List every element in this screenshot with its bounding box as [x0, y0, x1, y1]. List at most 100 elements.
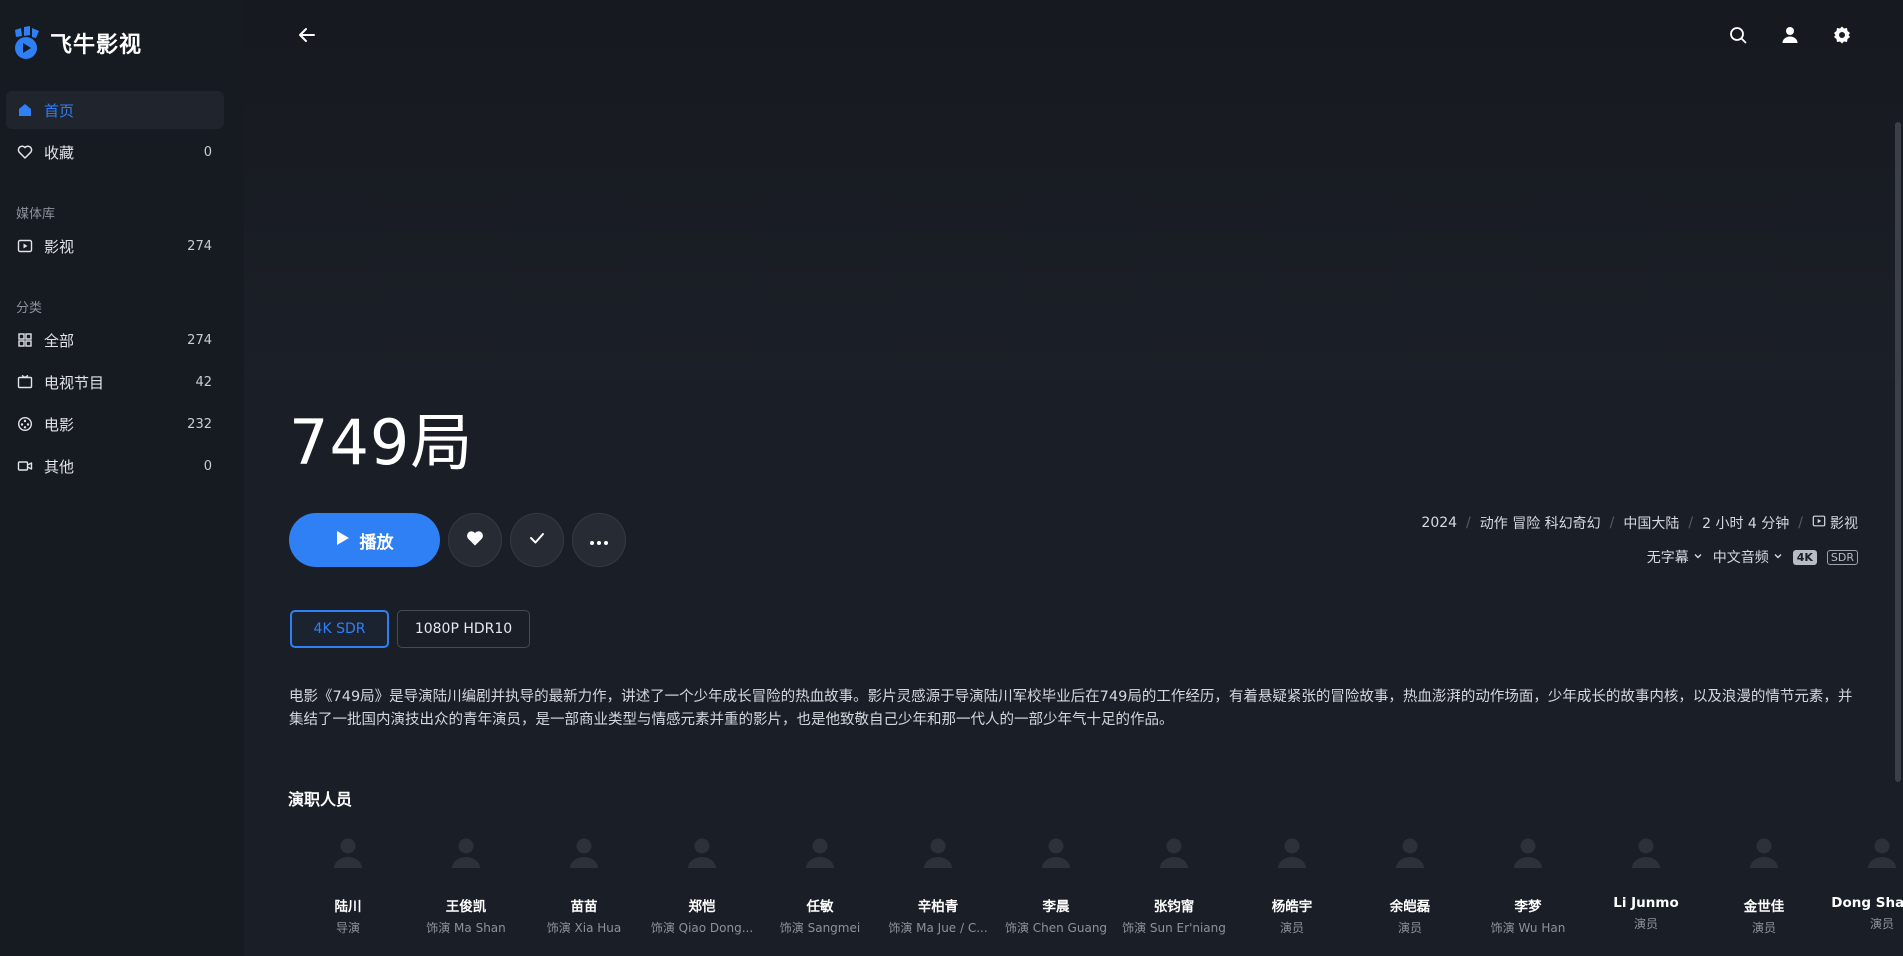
- tv-icon: [16, 373, 34, 391]
- cast-member[interactable]: 陆川 导演: [289, 830, 407, 936]
- avatar-placeholder-icon: [1036, 830, 1076, 874]
- play-icon: [336, 530, 350, 551]
- cast-member[interactable]: 王俊凯 饰演 Ma Shan: [407, 830, 525, 936]
- meta-library-link[interactable]: 影视: [1812, 513, 1858, 533]
- meta-separator: /: [1466, 515, 1471, 531]
- meta-library: 影视: [1830, 516, 1858, 532]
- cast-member-name: 杨皓宇: [1271, 899, 1313, 915]
- cast-member-role: 演员: [1869, 917, 1894, 931]
- play-button[interactable]: 播放: [289, 513, 440, 567]
- cast-member-name: 金世佳: [1743, 899, 1785, 915]
- app-logo[interactable]: 飞牛影视: [12, 26, 142, 60]
- movie-meta: 2024 / 动作 冒险 科幻奇幻 / 中国大陆 / 2 小时 4 分钟 / 影…: [1421, 513, 1858, 533]
- version-option-4k-sdr[interactable]: 4K SDR: [290, 610, 389, 648]
- back-button[interactable]: [294, 24, 320, 50]
- sidebar-item-count: 232: [187, 416, 212, 432]
- sidebar-item-favorites[interactable]: 收藏 0: [6, 133, 224, 171]
- cast-member-role: 饰演 Sun Er'niang: [1122, 921, 1226, 935]
- sidebar-item-label: 电视节目: [44, 373, 105, 392]
- cast-member[interactable]: 李晨 饰演 Chen Guang: [997, 830, 1115, 936]
- cast-member[interactable]: 李梦 饰演 Wu Han: [1469, 830, 1587, 936]
- user-button[interactable]: [1777, 24, 1803, 50]
- sidebar-item-movies[interactable]: 电影 232: [6, 405, 224, 443]
- meta-region: 中国大陆: [1623, 516, 1680, 532]
- sidebar-item-tv[interactable]: 电视节目 42: [6, 363, 224, 401]
- cast-member-name: Li Junmo: [1613, 895, 1679, 911]
- version-option-1080p-hdr10[interactable]: 1080P HDR10: [397, 610, 530, 648]
- avatar-placeholder-icon: [446, 830, 486, 874]
- movie-description: 电影《749局》是导演陆川编剧并执导的最新力作，讲述了一个少年成长冒险的热血故事…: [289, 689, 1853, 728]
- sidebar-item-count: 0: [203, 458, 212, 474]
- hero-backdrop: [244, 0, 1903, 380]
- cast-member-name: 郑恺: [688, 899, 716, 915]
- library-section-heading: 媒体库: [16, 207, 56, 222]
- category-section-heading: 分类: [16, 301, 43, 316]
- more-dots-icon: [589, 531, 609, 550]
- cast-member-role: 演员: [1279, 921, 1304, 935]
- more-options-button[interactable]: [572, 513, 626, 567]
- mark-watched-button[interactable]: [510, 513, 564, 567]
- avatar-placeholder-icon: [918, 830, 958, 874]
- video-camera-icon: [16, 457, 34, 475]
- sidebar-item-other[interactable]: 其他 0: [6, 447, 224, 485]
- sidebar-item-count: 42: [195, 374, 212, 390]
- cast-member[interactable]: Li Junmo 演员: [1587, 830, 1705, 936]
- cast-member-name: Dong Shaohu: [1831, 895, 1903, 911]
- sidebar-item-label: 影视: [44, 237, 75, 256]
- media-library-icon: [16, 237, 34, 255]
- avatar-placeholder-icon: [1744, 830, 1784, 874]
- sidebar-item-home[interactable]: 首页: [6, 91, 224, 129]
- sidebar-item-label: 收藏: [44, 143, 75, 162]
- main-content: 749局 播放 2024 / 动作 冒险 科幻奇幻 / 中国大陆 / 2 小时 …: [244, 0, 1903, 956]
- grid-icon: [16, 331, 34, 349]
- user-icon: [1780, 25, 1800, 49]
- cast-member[interactable]: 杨皓宇 演员: [1233, 830, 1351, 936]
- subtitle-select-value: 无字幕: [1646, 550, 1689, 566]
- avatar-placeholder-icon: [328, 830, 368, 874]
- chevron-down-icon: [1773, 549, 1783, 565]
- cast-member-role: 饰演 Xia Hua: [546, 921, 622, 935]
- cast-member[interactable]: 任敏 饰演 Sangmei: [761, 830, 879, 936]
- cast-member[interactable]: 张钧甯 饰演 Sun Er'niang: [1115, 830, 1233, 936]
- home-icon: [16, 101, 34, 119]
- avatar-placeholder-icon: [682, 830, 722, 874]
- cast-member[interactable]: 余皑磊 演员: [1351, 830, 1469, 936]
- sidebar-item-label: 首页: [44, 101, 75, 120]
- movie-title: 749局: [289, 406, 474, 479]
- avatar-placeholder-icon: [1390, 830, 1430, 874]
- avatar-placeholder-icon: [1154, 830, 1194, 874]
- cast-member[interactable]: 郑恺 饰演 Qiao Dong...: [643, 830, 761, 936]
- chevron-down-icon: [1693, 549, 1703, 565]
- sidebar-item-label: 全部: [44, 331, 75, 350]
- avatar-placeholder-icon: [1862, 830, 1902, 874]
- settings-button[interactable]: [1829, 24, 1855, 50]
- cast-member[interactable]: Dong Shaohu 演员: [1823, 830, 1903, 936]
- meta-genres[interactable]: 动作 冒险 科幻奇幻: [1480, 513, 1601, 533]
- subtitle-select[interactable]: 无字幕: [1647, 547, 1703, 567]
- cast-member-name: 李梦: [1514, 899, 1542, 915]
- cast-member-name: 陆川: [334, 899, 362, 915]
- cast-member[interactable]: 苗苗饰演 Xia Hua: [525, 830, 643, 936]
- cast-member-role: 饰演 Sangmei: [779, 921, 861, 935]
- sidebar-item-count: 274: [187, 332, 212, 348]
- play-button-label: 播放: [359, 532, 394, 553]
- avatar-placeholder-icon: [1272, 830, 1312, 874]
- sidebar-item-media[interactable]: 影视 274: [6, 227, 224, 265]
- cast-member[interactable]: 金世佳 演员: [1705, 830, 1823, 936]
- cast-member-name: 苗苗: [570, 899, 598, 915]
- cast-member[interactable]: 辛柏青 饰演 Ma Jue / C...: [879, 830, 997, 936]
- sidebar-item-label: 电影: [44, 415, 75, 434]
- sidebar: 飞牛影视 首页 收藏 0 媒体库 影视 274 分类 全部 274 电视节目 4…: [0, 0, 244, 956]
- cast-member-name: 辛柏青: [917, 899, 959, 915]
- audio-select[interactable]: 中文音频: [1713, 547, 1783, 567]
- favorite-button[interactable]: [448, 513, 502, 567]
- playback-options: 无字幕 中文音频 4K SDR: [1647, 547, 1858, 567]
- sidebar-item-count: 0: [203, 144, 212, 160]
- search-button[interactable]: [1725, 24, 1751, 50]
- sidebar-item-all[interactable]: 全部 274: [6, 321, 224, 359]
- media-library-icon: [1812, 514, 1826, 532]
- app-name: 飞牛影视: [50, 33, 143, 58]
- cast-member-role: 演员: [1397, 921, 1422, 935]
- avatar-placeholder-icon: [1508, 830, 1548, 874]
- scrollbar[interactable]: [1895, 122, 1901, 782]
